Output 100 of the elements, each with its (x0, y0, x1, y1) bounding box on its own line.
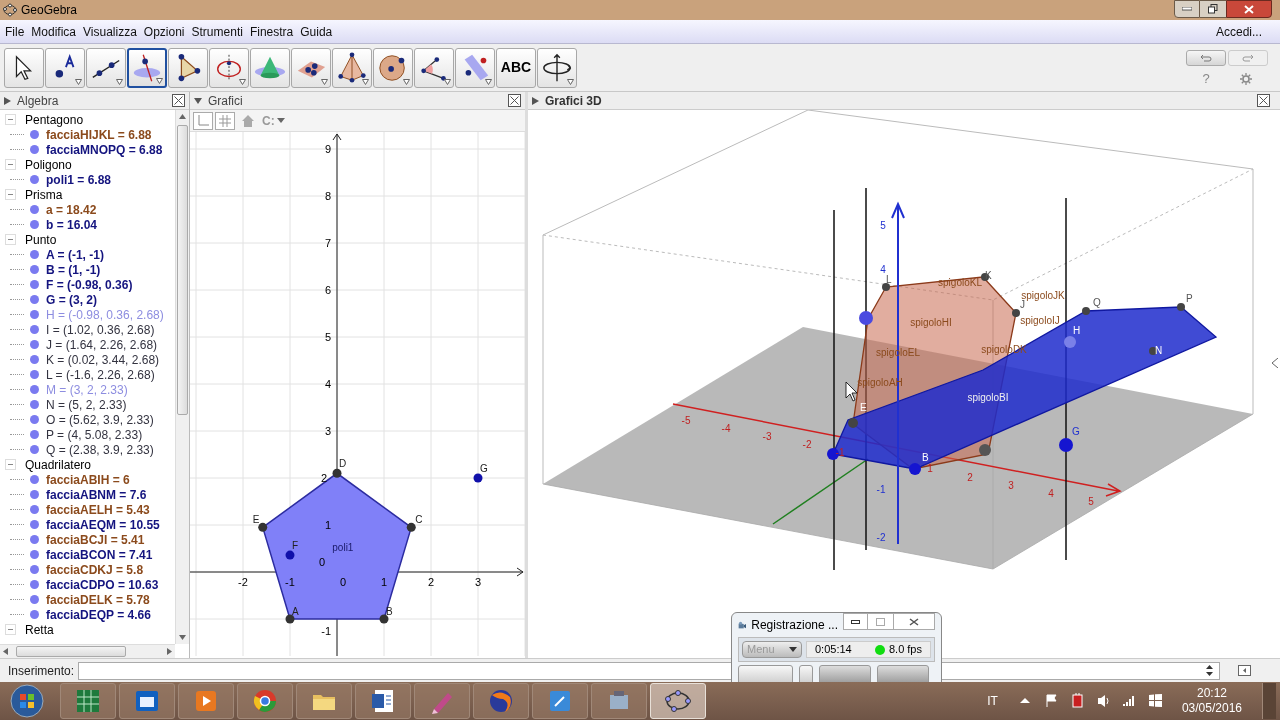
tool-button[interactable] (414, 47, 454, 88)
four-pane-icon[interactable] (1147, 693, 1162, 709)
point[interactable] (285, 614, 295, 624)
dropdown-icon[interactable] (75, 78, 82, 85)
settings-icon[interactable] (1239, 72, 1252, 85)
menu-item[interactable]: File (5, 22, 25, 41)
tool-button[interactable] (291, 47, 331, 88)
point[interactable] (258, 522, 268, 532)
point[interactable] (1177, 303, 1185, 311)
menu-item[interactable]: Guida (300, 22, 333, 41)
dropdown-icon[interactable] (362, 78, 369, 85)
point[interactable] (1149, 347, 1157, 355)
algebra-entry[interactable]: I = (1.02, 0.36, 2.68) (46, 320, 155, 339)
tick-label: 0 (318, 556, 325, 568)
options-button[interactable] (799, 665, 813, 685)
close-icon[interactable] (1257, 94, 1270, 107)
collapse-icon[interactable] (5, 234, 16, 245)
language-indicator[interactable]: IT (987, 692, 998, 710)
side-panel-icon[interactable] (1272, 358, 1278, 368)
show-desktop-button[interactable] (1262, 683, 1276, 719)
point[interactable] (1012, 309, 1020, 317)
menu-item[interactable]: Modifica (31, 22, 77, 41)
spinner-icon[interactable] (1206, 665, 1214, 676)
horizontal-scrollbar[interactable] (0, 644, 175, 658)
expand-icon[interactable] (194, 96, 202, 105)
axes-toggle[interactable] (193, 111, 213, 130)
dropdown-icon[interactable] (485, 78, 492, 85)
tool-button[interactable] (127, 47, 167, 88)
point[interactable] (1059, 438, 1073, 452)
start-button[interactable] (10, 684, 44, 718)
point-label: E (252, 514, 260, 526)
collapse-icon[interactable] (5, 459, 16, 470)
point-label: E (860, 402, 867, 413)
taskbar-button[interactable] (355, 683, 411, 719)
menu-item[interactable]: Visualizza (83, 22, 137, 41)
record-button[interactable] (738, 665, 793, 685)
battery-warning-icon[interactable] (1069, 693, 1084, 709)
close-icon[interactable] (172, 94, 185, 107)
signal-icon[interactable] (1121, 693, 1136, 709)
tick-label: 1 (324, 519, 331, 531)
group-label[interactable]: Pentagono (25, 110, 84, 129)
dropdown-icon[interactable] (444, 78, 451, 85)
speaker-icon[interactable] (1095, 693, 1110, 709)
taskbar-button[interactable] (119, 683, 175, 719)
tool-button[interactable] (332, 47, 372, 88)
tool-button[interactable] (4, 47, 44, 88)
vertical-scrollbar[interactable] (175, 110, 189, 644)
collapse-icon[interactable] (5, 189, 16, 200)
tool-button[interactable] (455, 47, 495, 88)
scroll-up-icon[interactable] (179, 114, 186, 119)
point[interactable] (882, 283, 890, 291)
grid-toggle[interactable] (215, 111, 235, 130)
sign-in-link[interactable]: Accedi... (1215, 22, 1262, 41)
point[interactable] (379, 614, 389, 624)
scrollbar-thumb[interactable] (16, 646, 126, 657)
dropdown-icon[interactable] (156, 77, 163, 84)
tool-button[interactable] (537, 47, 577, 88)
keyboard-toggle-icon[interactable] (1238, 665, 1252, 676)
tool-button[interactable] (45, 47, 85, 88)
tool-button[interactable] (373, 47, 413, 88)
dropdown-icon[interactable] (239, 78, 246, 85)
caret-icon[interactable] (276, 118, 285, 123)
point[interactable] (332, 468, 342, 478)
close-button[interactable] (1226, 0, 1272, 18)
minimize-button[interactable] (843, 613, 868, 630)
dropdown-icon[interactable] (403, 78, 410, 85)
scroll-right-icon[interactable] (167, 648, 172, 655)
dropdown-icon[interactable] (567, 78, 574, 85)
point[interactable] (1082, 307, 1090, 315)
tool-button[interactable] (168, 47, 208, 88)
scrollbar-thumb[interactable] (177, 125, 188, 415)
point[interactable] (473, 473, 483, 483)
visibility-toggle[interactable] (30, 175, 39, 184)
expand-icon[interactable] (532, 96, 539, 105)
expand-icon[interactable] (4, 96, 11, 105)
point[interactable] (859, 311, 873, 325)
close-icon[interactable] (508, 94, 521, 107)
point[interactable] (406, 522, 416, 532)
dropdown-icon[interactable] (116, 78, 123, 85)
point[interactable] (909, 463, 921, 475)
flag-icon[interactable] (1043, 693, 1058, 709)
menu-item[interactable]: Opzioni (143, 22, 185, 41)
point-label: H (1073, 325, 1081, 336)
menu-item[interactable]: Finestra (249, 22, 294, 41)
pause-button[interactable] (819, 665, 871, 685)
tool-button[interactable] (86, 47, 126, 88)
dropdown-icon[interactable] (321, 78, 328, 85)
collapse-icon[interactable] (5, 624, 16, 635)
scroll-down-icon[interactable] (179, 635, 186, 640)
stop-button[interactable] (877, 665, 929, 685)
collapse-icon[interactable] (5, 114, 16, 125)
scroll-left-icon[interactable] (3, 648, 8, 655)
collapse-icon[interactable] (5, 159, 16, 170)
maximize-button[interactable] (1200, 0, 1226, 18)
taskbar-button[interactable] (473, 683, 529, 719)
clock-date[interactable]: 03/05/2016 (1181, 701, 1242, 716)
menu-item[interactable]: Strumenti (191, 22, 243, 41)
tool-button[interactable]: ABC (496, 47, 536, 88)
close-button[interactable] (893, 613, 935, 630)
clock-time[interactable]: 20:12 (1196, 686, 1227, 701)
